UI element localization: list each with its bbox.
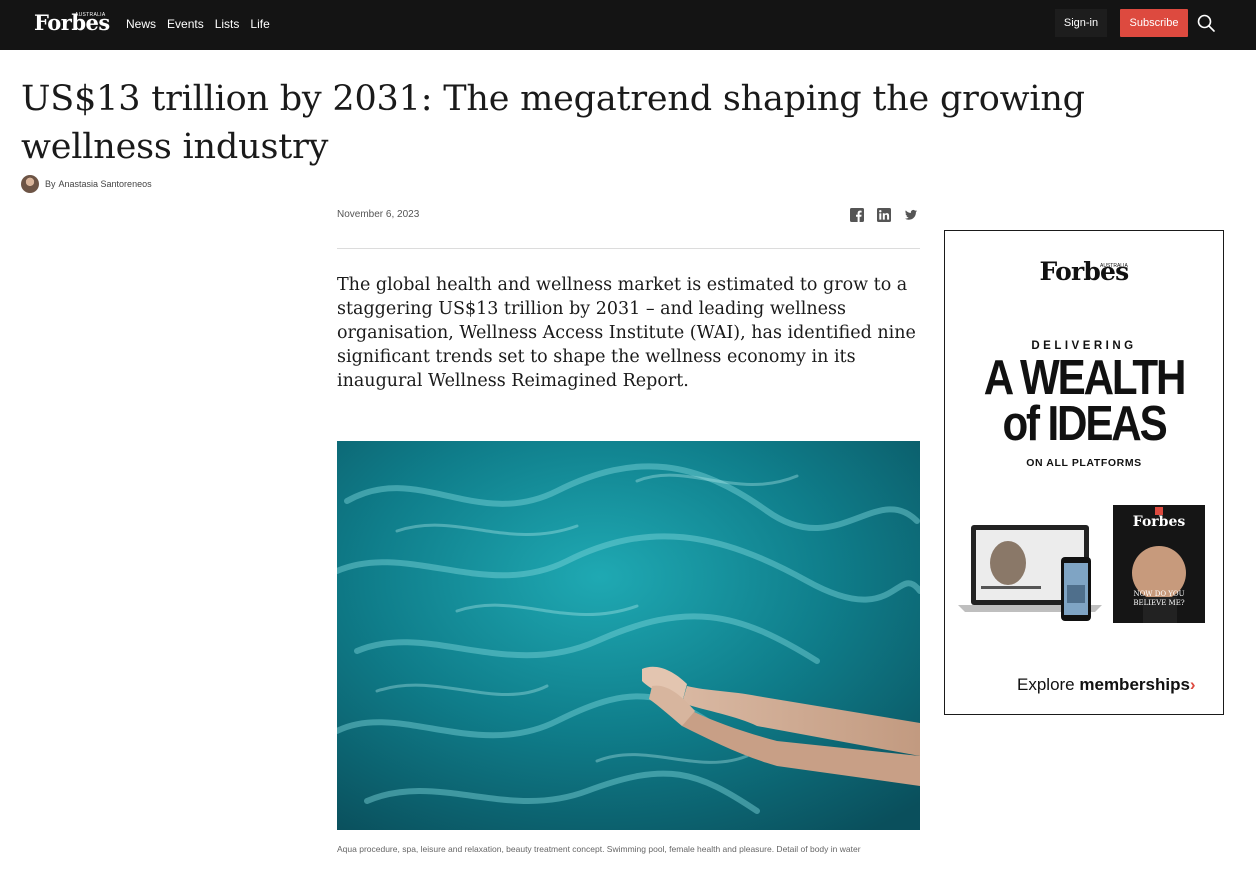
avatar[interactable]: [21, 175, 39, 193]
byline-prefix: By: [45, 179, 56, 189]
ad-magazine-coverline-2: BELIEVE ME?: [1133, 599, 1184, 607]
chevron-right-icon: ›: [1189, 675, 1196, 694]
ad-magazine-coverline-1: NOW DO YOU: [1133, 590, 1184, 598]
main-nav: News Events Lists Life: [126, 17, 270, 31]
ad-cta-bold: memberships: [1079, 675, 1190, 694]
search-icon[interactable]: [1196, 13, 1216, 33]
image-caption: Aqua procedure, spa, leisure and relaxat…: [337, 844, 861, 854]
nav-lists[interactable]: Lists: [215, 17, 240, 31]
ad-logo-edition: AUSTRALIA: [1100, 263, 1128, 269]
ad-forbes-logo: Forbes: [1039, 257, 1130, 286]
hero-image: [337, 441, 920, 830]
article-headline: US$13 trillion by 2031: The megatrend sh…: [21, 79, 1085, 167]
author-link[interactable]: Anastasia Santoreneos: [59, 179, 152, 189]
linkedin-icon[interactable]: [877, 208, 891, 222]
subscribe-button[interactable]: Subscribe: [1120, 9, 1188, 37]
ad-magazine-title: Forbes: [1133, 514, 1186, 530]
publish-date: November 6, 2023: [337, 209, 420, 220]
top-nav: Forbes AUSTRALIA News Events Lists Life …: [0, 0, 1256, 50]
ad-headline: A WEALTH of IDEAS: [964, 351, 1203, 451]
ad-devices-illustration: Forbes NOW DO YOU BELIEVE ME?: [953, 501, 1217, 631]
ad-cta-prefix: Explore: [1017, 675, 1075, 694]
article-lede: The global health and wellness market is…: [337, 275, 916, 391]
sign-in-button[interactable]: Sign-in: [1055, 9, 1107, 37]
membership-ad[interactable]: Forbes AUSTRALIA DELIVERING A WEALTH of …: [944, 230, 1224, 715]
explore-memberships-link[interactable]: Explore memberships›: [1017, 675, 1196, 695]
nav-events[interactable]: Events: [167, 17, 204, 31]
nav-life[interactable]: Life: [250, 17, 269, 31]
byline: By Anastasia Santoreneos: [21, 175, 152, 193]
ad-headline-line1: A WEALTH: [983, 351, 1187, 405]
water-photo: [337, 441, 920, 830]
share-bar: [850, 208, 918, 222]
twitter-icon[interactable]: [904, 208, 918, 222]
ad-headline-line2: of IDEAS: [1002, 397, 1167, 451]
nav-news[interactable]: News: [126, 17, 156, 31]
ad-subline: ON ALL PLATFORMS: [1026, 457, 1142, 469]
divider: [337, 248, 920, 249]
facebook-icon[interactable]: [850, 208, 864, 222]
logo-edition: AUSTRALIA: [75, 12, 106, 18]
